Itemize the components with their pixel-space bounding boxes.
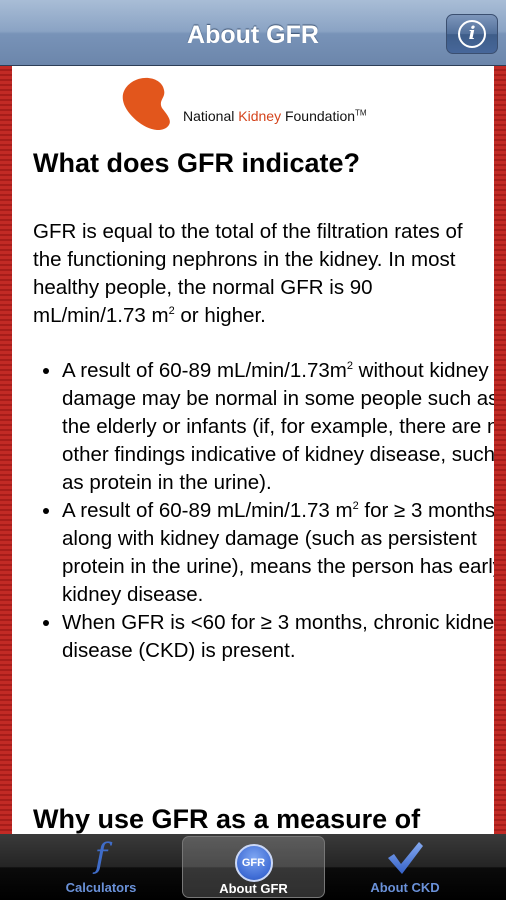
section-heading: What does GFR indicate? [33,148,361,178]
list-item: A result of 60-89 mL/min/1.73m2 without … [62,357,494,497]
tab-label: About CKD [370,880,440,895]
content-scroll-area[interactable]: National Kidney FoundationTM What does G… [12,66,494,834]
gfr-badge-icon: GFR [234,844,273,882]
intro-paragraph: GFR is equal to the total of the filtrat… [33,220,463,327]
list-item: When GFR is <60 for ≥ 3 months, chronic … [62,609,494,665]
info-button[interactable]: i [446,14,498,54]
checkmark-icon [388,842,423,874]
kidney-logo-icon [122,77,170,130]
page-title: About GFR [187,21,319,49]
nkf-logo: National Kidney FoundationTM [122,76,422,130]
tab-bar: f Calculators GFR About GFR About CKD [0,834,506,900]
tab-about-gfr[interactable]: GFR About GFR [182,836,325,898]
left-border [0,66,12,834]
function-icon: f [94,836,108,876]
section-heading-2: Why use GFR as a measure of [33,804,421,834]
nav-bar: About GFR i [0,0,506,66]
right-border [494,66,506,834]
tab-about-ckd[interactable]: About CKD [344,834,466,900]
results-list: A result of 60-89 mL/min/1.73m2 without … [33,357,494,665]
info-icon: i [458,20,486,48]
list-item: A result of 60-89 mL/min/1.73 m2 for ≥ 3… [62,497,494,609]
tab-label: About GFR [219,881,288,896]
tab-label: Calculators [65,880,137,895]
tab-calculators[interactable]: f Calculators [40,834,162,900]
logo-text: National Kidney FoundationTM [183,108,367,124]
